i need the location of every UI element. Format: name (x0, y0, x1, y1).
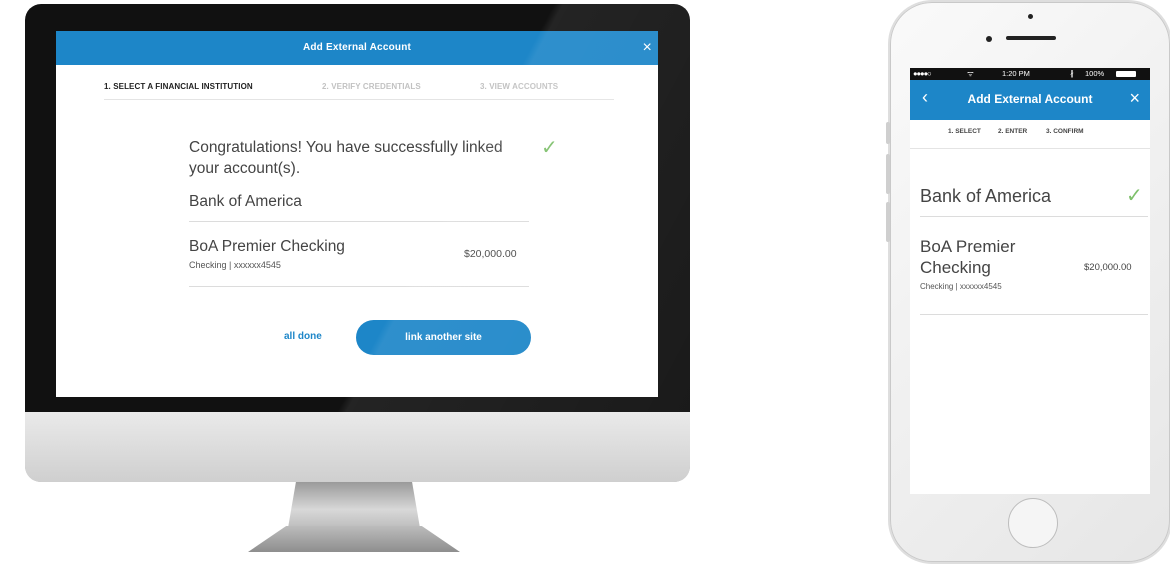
account-balance: $20,000.00 (464, 248, 517, 260)
all-done-link[interactable]: all done (284, 331, 322, 342)
dialog-header: Add External Account × (56, 31, 658, 65)
close-icon[interactable]: × (1129, 88, 1140, 109)
check-icon: ✓ (1126, 185, 1143, 207)
battery-percent: 100% (1085, 69, 1105, 78)
divider (189, 286, 529, 287)
step-view-accounts: 3. VIEW ACCOUNTS (480, 82, 559, 91)
status-bar: ●●●●○ ᯤ 1:20 PM ∦ 100% (910, 68, 1150, 80)
earpiece-speaker (1006, 36, 1056, 40)
status-time: 1:20 PM (1002, 69, 1030, 78)
stand-base (248, 526, 460, 552)
step-enter: 2. ENTER (998, 128, 1028, 135)
step-progress: 1. SELECT A FINANCIAL INSTITUTION 2. VER… (104, 77, 614, 100)
monitor-stand (248, 482, 460, 564)
close-icon[interactable]: × (642, 31, 652, 65)
check-icon: ✓ (541, 137, 558, 159)
account-detail: Checking | xxxxxx4545 (189, 260, 281, 270)
phone-screen: ●●●●○ ᯤ 1:20 PM ∦ 100% ‹ Add External Ac… (910, 68, 1150, 494)
success-message: Congratulations! You have successfully l… (189, 139, 503, 177)
step-select: 1. SELECT (948, 128, 981, 135)
volume-down-button (886, 202, 890, 242)
side-button (886, 122, 890, 144)
wifi-icon: ᯤ (967, 69, 974, 78)
stand-neck (288, 482, 420, 528)
desktop-screen: Add External Account × 1. SELECT A FINAN… (56, 31, 658, 397)
proximity-sensor (1028, 14, 1033, 19)
divider (920, 314, 1148, 315)
account-balance: $20,000.00 (1084, 262, 1132, 273)
monitor-chin (25, 412, 690, 482)
signal-icon: ●●●●○ (913, 69, 932, 78)
step-verify-credentials: 2. VERIFY CREDENTIALS (322, 82, 421, 91)
dialog-title: Add External Account (302, 42, 412, 53)
step-confirm: 3. CONFIRM (1046, 128, 1084, 135)
divider (189, 221, 529, 222)
volume-up-button (886, 154, 890, 194)
front-camera-icon (986, 36, 992, 42)
account-detail: Checking | xxxxxx4545 (920, 282, 1002, 291)
bank-name: Bank of America (920, 186, 1052, 206)
phone-title: Add External Account (967, 92, 1093, 106)
link-another-site-button[interactable]: link another site (356, 320, 531, 355)
phone-step-progress: 1. SELECT 2. ENTER 3. CONFIRM (910, 120, 1150, 149)
monitor-bezel: Add External Account × 1. SELECT A FINAN… (25, 4, 690, 412)
account-name: BoA Premier Checking (920, 237, 1016, 277)
phone-header: ‹ Add External Account × (910, 80, 1150, 120)
step-select-institution: 1. SELECT A FINANCIAL INSTITUTION (104, 82, 253, 91)
battery-icon (1116, 71, 1136, 77)
desktop-monitor: Add External Account × 1. SELECT A FINAN… (25, 4, 690, 482)
home-button[interactable] (1008, 498, 1058, 548)
mobile-phone: ●●●●○ ᯤ 1:20 PM ∦ 100% ‹ Add External Ac… (886, 2, 1170, 562)
bluetooth-icon: ∦ (1070, 69, 1074, 78)
bank-name: Bank of America (189, 193, 302, 210)
account-name: BoA Premier Checking (189, 238, 345, 255)
divider (920, 216, 1148, 217)
